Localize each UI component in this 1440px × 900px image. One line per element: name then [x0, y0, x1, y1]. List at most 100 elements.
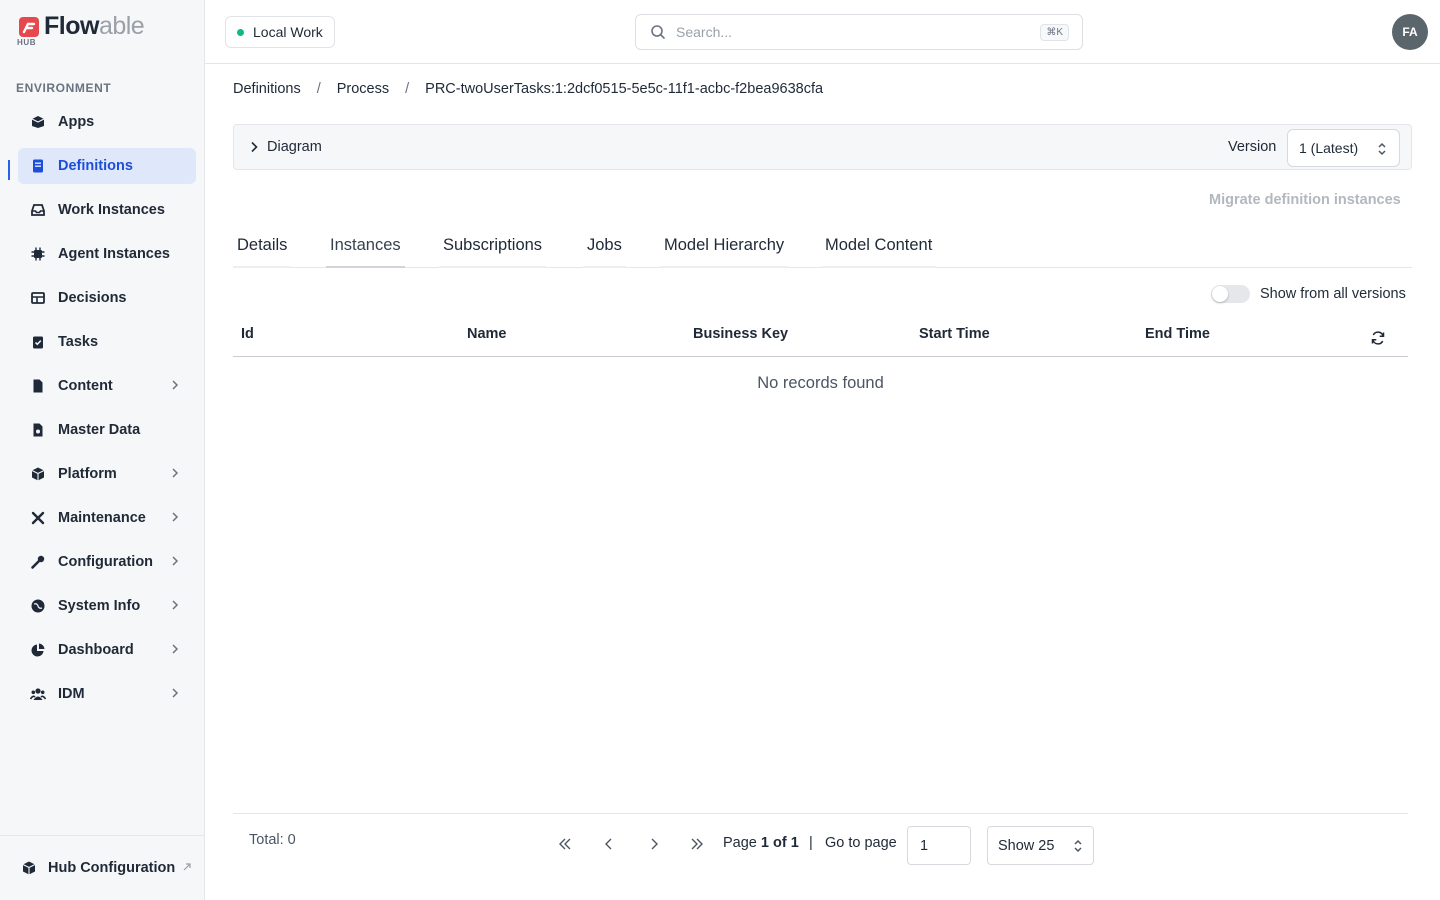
- diagram-panel: Diagram Version 1 (Latest): [233, 124, 1412, 170]
- column-header-name[interactable]: Name: [467, 326, 507, 342]
- chevrons-left-icon: [559, 838, 571, 850]
- search-icon: [651, 25, 665, 39]
- wrench-icon: [30, 554, 46, 570]
- sidebar-item-work-instances[interactable]: Work Instances: [18, 192, 196, 228]
- sidebar-item-label: Work Instances: [58, 202, 165, 218]
- sidebar-item-master-data[interactable]: Master Data: [18, 412, 196, 448]
- tab-jobs[interactable]: Jobs: [583, 236, 626, 268]
- last-page-button[interactable]: [687, 834, 707, 854]
- top-bar: Local Work ⌘K FA: [205, 0, 1440, 64]
- pie-chart-icon: [30, 642, 46, 658]
- flowable-logo-icon: [19, 16, 39, 37]
- book-icon: [30, 158, 46, 174]
- sidebar-item-label: System Info: [58, 598, 141, 614]
- sidebar-item-decisions[interactable]: Decisions: [18, 280, 196, 316]
- first-page-button[interactable]: [555, 834, 575, 854]
- chevron-right-icon: [651, 838, 658, 850]
- sidebar-nav: Apps Definitions Work Instances Agent In…: [18, 104, 196, 720]
- diagram-toggle[interactable]: Diagram: [248, 139, 322, 155]
- sidebar: Flowable HUB ENVIRONMENT Apps Definition…: [0, 0, 205, 900]
- box-open-icon: [30, 114, 46, 130]
- sidebar-item-platform[interactable]: Platform: [18, 456, 196, 492]
- search-shortcut-badge: ⌘K: [1040, 23, 1069, 41]
- chevron-right-icon: [172, 644, 179, 654]
- globe-icon: [30, 598, 46, 614]
- users-icon: [30, 686, 46, 702]
- refresh-icon[interactable]: [1370, 330, 1386, 346]
- sidebar-item-label: IDM: [58, 686, 85, 702]
- tab-model-hierarchy[interactable]: Model Hierarchy: [660, 236, 789, 268]
- show-all-versions-toggle-group: Show from all versions: [1211, 285, 1406, 303]
- select-arrows-icon: [1378, 142, 1386, 156]
- breadcrumb-current: PRC-twoUserTasks:1:2dcf0515-5e5c-11f1-ac…: [425, 81, 824, 97]
- tab-subscriptions[interactable]: Subscriptions: [439, 236, 547, 268]
- table-icon: [30, 290, 46, 306]
- version-value: 1 (Latest): [1299, 140, 1359, 156]
- hub-configuration-label: Hub Configuration: [48, 860, 176, 876]
- previous-page-button[interactable]: [599, 834, 619, 854]
- sidebar-item-agent-instances[interactable]: Agent Instances: [18, 236, 196, 272]
- sidebar-item-label: Decisions: [58, 290, 127, 306]
- sidebar-item-dashboard[interactable]: Dashboard: [18, 632, 196, 668]
- logo-subtitle: HUB: [17, 38, 37, 47]
- hub-configuration-link[interactable]: Hub Configuration: [0, 835, 204, 900]
- sidebar-item-label: Content: [58, 378, 113, 394]
- next-page-button[interactable]: [644, 834, 664, 854]
- sidebar-item-label: Dashboard: [58, 642, 134, 658]
- tab-bar: Details Instances Subscriptions Jobs Mod…: [233, 228, 1412, 268]
- sidebar-item-definitions[interactable]: Definitions: [18, 148, 196, 184]
- tab-details[interactable]: Details: [233, 236, 292, 268]
- breadcrumb-definitions[interactable]: Definitions: [233, 81, 301, 97]
- sidebar-item-content[interactable]: Content: [18, 368, 196, 404]
- chip-icon: [30, 246, 46, 262]
- flowable-logo[interactable]: Flowable: [18, 12, 145, 41]
- empty-state-message: No records found: [757, 374, 884, 392]
- chevron-right-icon: [172, 380, 179, 390]
- search-input[interactable]: [676, 24, 1041, 40]
- page-size-select[interactable]: Show 25: [987, 826, 1094, 865]
- sidebar-item-system-info[interactable]: System Info: [18, 588, 196, 624]
- chevron-right-icon: [172, 600, 179, 610]
- breadcrumb: Definitions / Process / PRC-twoUserTasks…: [233, 81, 823, 97]
- chevron-right-icon: [172, 468, 179, 478]
- clipboard-check-icon: [30, 334, 46, 350]
- sidebar-item-configuration[interactable]: Configuration: [18, 544, 196, 580]
- sidebar-item-idm[interactable]: IDM: [18, 676, 196, 712]
- show-all-versions-toggle[interactable]: [1211, 285, 1250, 303]
- select-arrows-icon: [1074, 839, 1082, 853]
- sidebar-item-label: Agent Instances: [58, 246, 170, 262]
- chevrons-right-icon: [691, 838, 703, 850]
- cube-icon: [30, 466, 46, 482]
- avatar[interactable]: FA: [1392, 14, 1428, 50]
- sidebar-item-label: Maintenance: [58, 510, 146, 526]
- toggle-knob: [1212, 286, 1228, 302]
- table-header: Id Name Business Key Start Time End Time: [233, 318, 1408, 357]
- cube-icon: [21, 860, 37, 876]
- tools-icon: [30, 510, 46, 526]
- page-indicator: Page 1 of 1: [723, 835, 799, 851]
- tab-instances[interactable]: Instances: [326, 236, 405, 268]
- column-header-start-time[interactable]: Start Time: [919, 326, 990, 342]
- version-select[interactable]: 1 (Latest): [1287, 129, 1400, 167]
- page-size-value: Show 25: [998, 837, 1055, 854]
- file-icon: [30, 378, 46, 394]
- sidebar-item-label: Definitions: [58, 158, 133, 174]
- migrate-definition-instances-button[interactable]: Migrate definition instances: [1209, 192, 1401, 208]
- external-link-icon: [183, 863, 191, 871]
- search-box[interactable]: ⌘K: [635, 14, 1083, 50]
- column-header-id[interactable]: Id: [241, 326, 254, 342]
- column-header-business-key[interactable]: Business Key: [693, 326, 788, 342]
- tab-model-content[interactable]: Model Content: [821, 236, 937, 268]
- sidebar-item-label: Platform: [58, 466, 117, 482]
- diagram-label: Diagram: [267, 139, 322, 155]
- active-indicator: [8, 160, 10, 180]
- sidebar-item-maintenance[interactable]: Maintenance: [18, 500, 196, 536]
- sidebar-item-tasks[interactable]: Tasks: [18, 324, 196, 360]
- chevron-right-icon: [251, 141, 258, 153]
- sidebar-item-apps[interactable]: Apps: [18, 104, 196, 140]
- workspace-selector[interactable]: Local Work: [225, 16, 335, 48]
- sidebar-section-label: ENVIRONMENT: [16, 81, 112, 95]
- column-header-end-time[interactable]: End Time: [1145, 326, 1210, 342]
- breadcrumb-process[interactable]: Process: [337, 81, 389, 97]
- go-to-page-input[interactable]: [907, 826, 971, 865]
